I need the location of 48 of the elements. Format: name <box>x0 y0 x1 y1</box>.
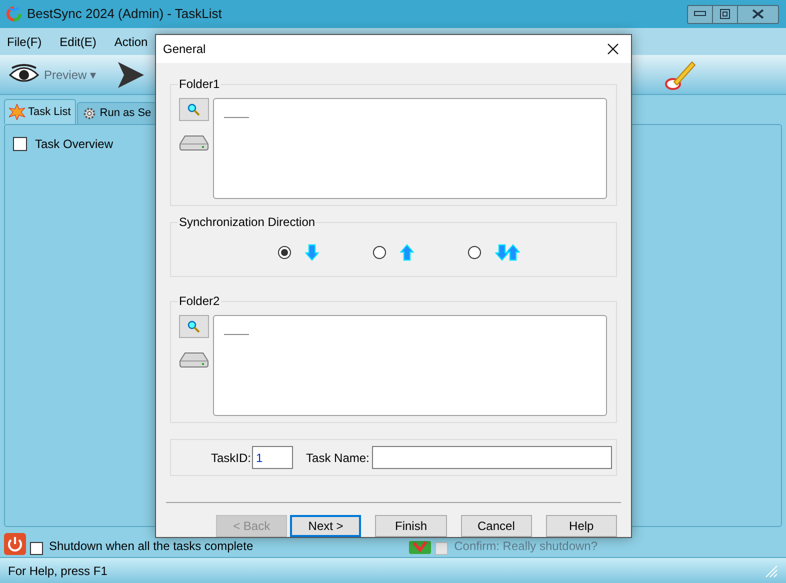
radio-button[interactable] <box>468 246 481 259</box>
folder-path-field[interactable] <box>213 315 607 416</box>
status-text: For Help, press F1 <box>8 562 108 580</box>
gear-icon <box>82 106 97 121</box>
up-arrow-icon <box>400 244 415 261</box>
checkbox-label: Task Overview <box>35 136 114 153</box>
tab[interactable]: Task List <box>4 99 76 124</box>
checkbox-label: Shutdown when all the tasks complete <box>49 538 254 555</box>
magnifier-icon <box>187 320 201 334</box>
hard-drive-icon <box>179 135 209 151</box>
menu-item[interactable]: Action <box>114 32 148 50</box>
magnifier-icon <box>187 102 201 116</box>
menu-item[interactable]: Edit(E) <box>60 32 96 50</box>
browse-button[interactable] <box>179 315 209 338</box>
task-id-field[interactable]: 1 <box>252 446 294 469</box>
field-label: TaskID: <box>211 450 252 466</box>
radio-button[interactable] <box>373 246 386 259</box>
hard-drive-icon <box>179 352 209 368</box>
play-arrow-icon <box>116 60 146 90</box>
resize-grip-icon <box>764 564 778 578</box>
app-logo-icon <box>6 6 22 22</box>
field-label: Task Name: <box>306 450 370 466</box>
checkbox[interactable] <box>13 137 27 151</box>
dialog-title: General <box>163 41 206 58</box>
checkbox-label: Confirm: Really shutdown? <box>454 538 598 555</box>
browse-button[interactable] <box>179 98 209 121</box>
checkbox[interactable] <box>30 542 43 555</box>
down-arrow-icon <box>305 244 320 261</box>
power-icon <box>4 533 26 555</box>
close-icon <box>607 43 619 55</box>
folder-path-field[interactable] <box>213 98 607 199</box>
dialog-button[interactable]: Help <box>546 515 617 537</box>
group-label: Synchronization Direction <box>178 214 316 230</box>
dialog-button[interactable]: Finish <box>375 515 447 537</box>
radio-button[interactable] <box>278 246 291 259</box>
check-mark-icon <box>409 541 432 554</box>
star-icon <box>9 104 25 120</box>
up-down-arrows-icon <box>495 244 521 261</box>
close-icon <box>752 9 764 19</box>
maximize-icon <box>720 9 730 19</box>
dialog-button[interactable]: Next > <box>290 515 362 537</box>
menu-item[interactable]: File(F) <box>7 32 42 50</box>
dialog-button[interactable]: Cancel <box>460 515 532 537</box>
window-title: BestSync 2024 (Admin) - TaskList <box>27 5 222 24</box>
minimize-icon <box>694 11 706 17</box>
task-name-field[interactable] <box>372 446 612 469</box>
tab[interactable]: Run as Se <box>76 102 156 124</box>
preview-button[interactable]: Preview ▾ <box>8 62 96 86</box>
